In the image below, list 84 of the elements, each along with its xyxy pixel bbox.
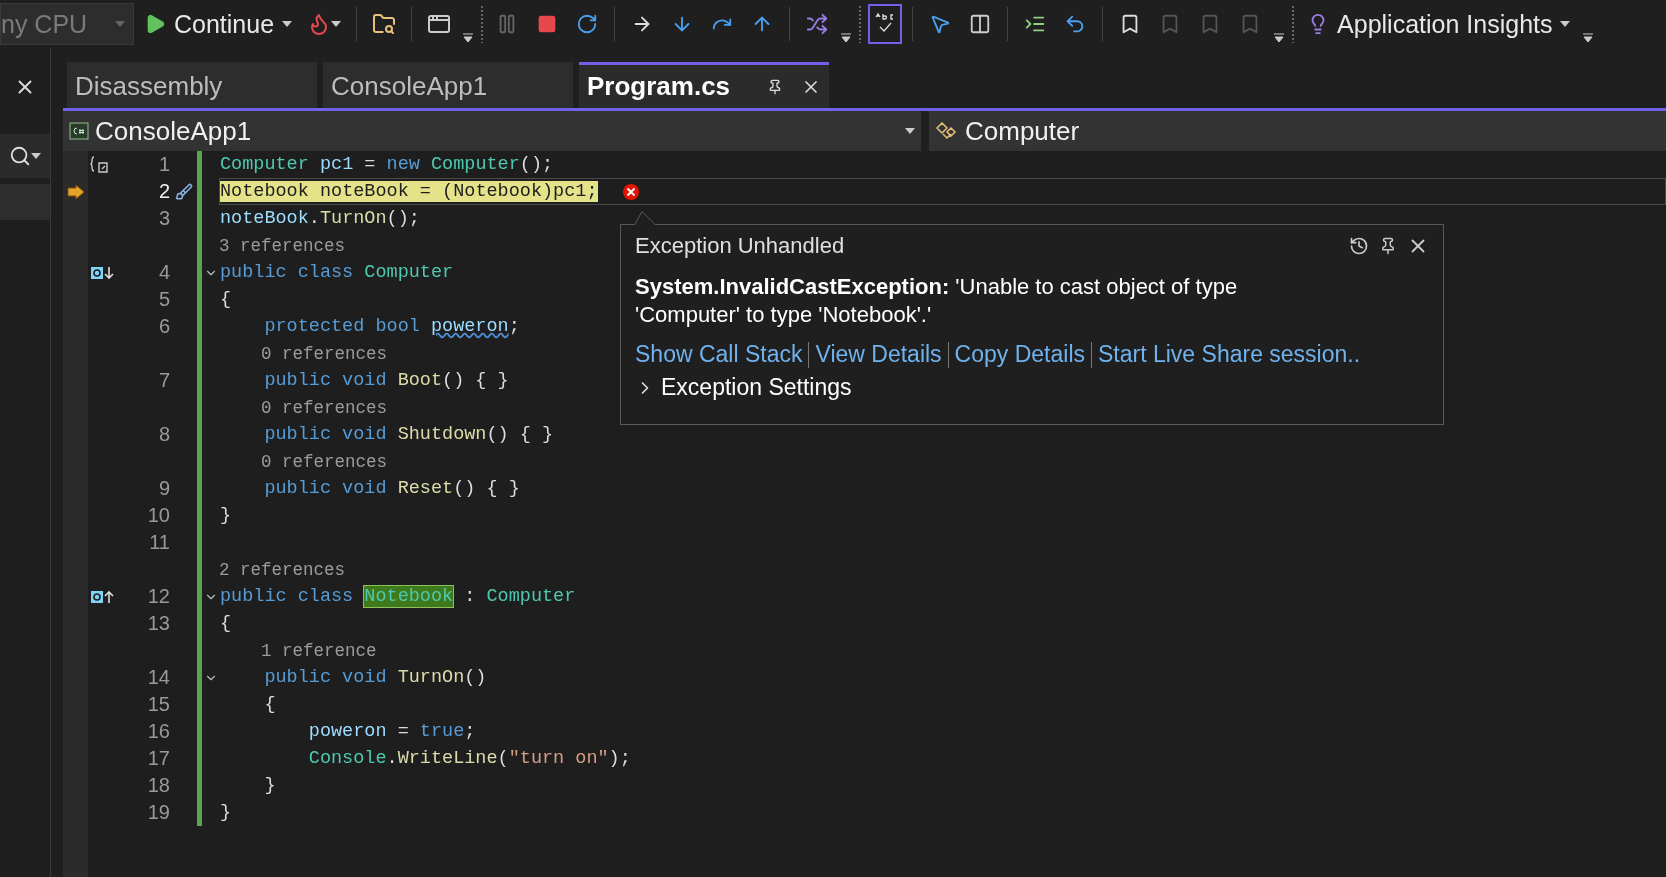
line-number: 14 (146, 666, 170, 689)
code-line: public void TurnOn() (263, 667, 487, 688)
caret-icon (115, 21, 125, 27)
continue-button[interactable]: Continue (140, 7, 297, 41)
reference-count[interactable]: 1 reference (219, 640, 377, 661)
line-number: 10 (146, 504, 170, 527)
line-number: 5 (157, 288, 170, 311)
code-line: public void Shutdown() { } (263, 424, 554, 445)
popup-link[interactable]: Start Live Share session.. (1098, 341, 1361, 368)
restart-icon (576, 13, 599, 35)
popup-link[interactable]: Show Call Stack (635, 341, 803, 368)
code-line: public void Boot() { } (263, 370, 509, 391)
document-tab[interactable]: Disassembly (67, 62, 317, 108)
popup-link[interactable]: View Details (815, 341, 942, 368)
reference-count[interactable]: 0 references (219, 343, 388, 364)
line-number: 2 (157, 180, 170, 203)
code-line: { (220, 289, 232, 310)
code-line: } (220, 802, 232, 823)
stop-icon (537, 14, 558, 34)
line-number: 6 (157, 315, 170, 338)
line-number: 7 (157, 369, 170, 392)
document-tab[interactable]: ConsoleApp1 (323, 62, 573, 108)
line-number: 12 (146, 585, 170, 608)
reference-count[interactable]: 3 references (219, 235, 346, 256)
caret-icon (31, 153, 41, 159)
pin-icon[interactable] (1379, 237, 1397, 255)
columns-icon (969, 13, 992, 35)
line-number: 4 (157, 261, 170, 284)
search-button[interactable] (0, 134, 50, 178)
line-number: 3 (157, 207, 170, 230)
code-line: { (263, 694, 276, 715)
code-line: public void Reset() { } (263, 478, 520, 499)
caret-icon (282, 21, 293, 27)
application-insights-button[interactable]: Application Insights (1301, 8, 1577, 40)
code-line: noteBook.TurnOn(); (220, 208, 420, 229)
caret-icon (905, 128, 915, 134)
history-icon[interactable] (1349, 236, 1369, 256)
pointer-icon (929, 13, 952, 35)
line-number: 1 (157, 153, 170, 176)
implemented-icon[interactable] (90, 264, 114, 281)
line-number: 11 (148, 531, 170, 554)
overflow-icon[interactable] (462, 32, 475, 44)
csharp-project-icon (69, 122, 89, 140)
reference-count[interactable]: 0 references (219, 397, 388, 418)
code-line: } (263, 775, 276, 796)
popup-link[interactable]: Copy Details (954, 341, 1085, 368)
line-number: 19 (146, 801, 170, 824)
overflow-icon[interactable] (1273, 32, 1286, 44)
code-line: public class Computer (220, 262, 454, 283)
window-icon (427, 12, 452, 36)
popup-title: Exception Unhandled (635, 233, 846, 259)
class-icon (935, 120, 959, 142)
code-line: } (220, 505, 232, 526)
folder-search-icon (372, 12, 397, 36)
line-number: 16 (146, 720, 170, 743)
project-dropdown[interactable]: ConsoleApp1 (63, 111, 921, 151)
pin-icon[interactable] (767, 78, 783, 95)
caret-icon (1560, 21, 1571, 27)
code-line: protected bool poweron; (263, 316, 520, 337)
code-line: public class Notebook : Computer (220, 586, 576, 607)
shuffle-icon (806, 13, 829, 35)
line-number: 17 (146, 747, 170, 770)
exception-settings-toggle[interactable]: Exception Settings (635, 374, 1429, 401)
spell-check-button[interactable] (868, 4, 903, 44)
line-number: 18 (146, 774, 170, 797)
document-tab[interactable]: Program.cs (579, 62, 829, 108)
line-number: 8 (157, 423, 170, 446)
member-dropdown[interactable]: Computer (929, 111, 1666, 151)
line-number: 13 (146, 612, 170, 635)
code-line: poweron = true; (307, 721, 476, 742)
caret-icon (331, 21, 342, 27)
reference-count[interactable]: 0 references (219, 451, 388, 472)
overflow-icon[interactable] (1582, 32, 1595, 44)
implements-icon[interactable] (90, 588, 114, 605)
code-line: Console.WriteLine("turn on"); (307, 748, 631, 769)
line-number: 15 (146, 693, 170, 716)
exception-message: System.InvalidCastException: 'Unable to cast object of type 'Computer' to type 'Notebook'.' (635, 273, 1239, 329)
code-line: Computer pc1 = new Computer(); (220, 154, 554, 175)
line-number: 9 (157, 477, 170, 500)
brush-icon (174, 182, 193, 201)
search-icon (9, 145, 31, 167)
overflow-icon[interactable] (840, 32, 853, 44)
reference-count[interactable]: 2 references (219, 559, 346, 580)
code-line: { (220, 613, 232, 634)
